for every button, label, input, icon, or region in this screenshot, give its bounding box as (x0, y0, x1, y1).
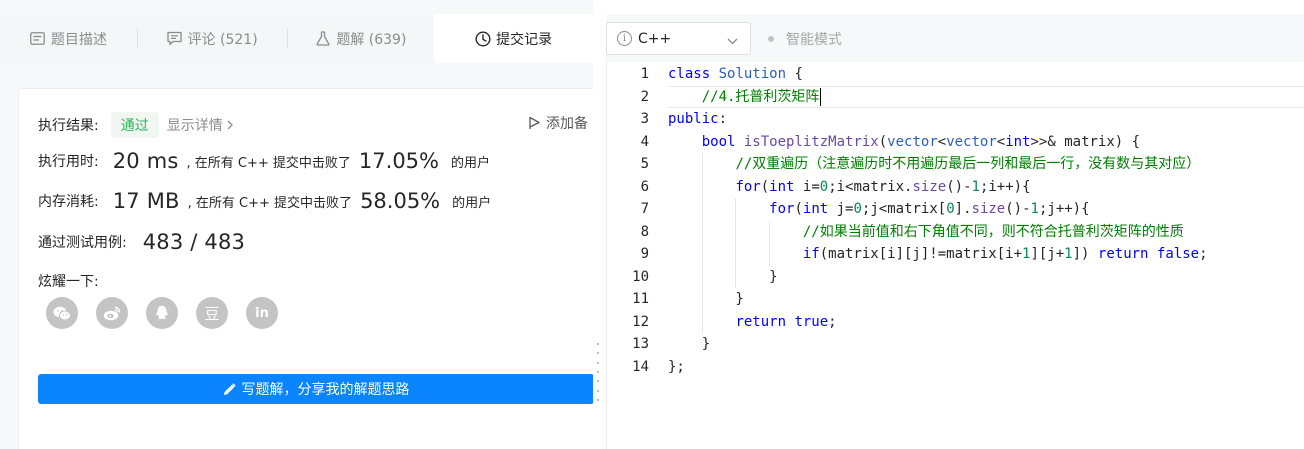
code-line[interactable]: return true; (668, 311, 1304, 333)
runtime-value: 20 ms (112, 149, 179, 173)
smart-mode-toggle[interactable]: 智能模式 (768, 29, 842, 49)
linkedin-glyph: in (255, 305, 269, 321)
submission-result-card: 执行结果: 通过 显示详情 添加备 执行用时: 20 ms , 在所有 C++ … (18, 88, 593, 449)
language-value: C++ (638, 30, 672, 47)
tab-solutions-label: 题解 (639) (336, 31, 407, 48)
memory-row: 内存消耗: 17 MB , 在所有 C++ 提交中击败了 58.05% 的用户 (38, 189, 491, 213)
flask-icon (315, 31, 331, 47)
indent-guide (735, 198, 737, 288)
line-number: 10 (632, 268, 649, 285)
code-line[interactable]: } (668, 333, 1304, 355)
code-line[interactable]: //如果当前值和右下角值不同，则不符合托普利茨矩阵的性质 (668, 221, 1304, 243)
editor-panel: i C++ 智能模式 1 2 3 4 5 6 7 8 9 10 11 12 13 14 class Sol… (606, 14, 1304, 449)
result-row: 执行结果: 通过 显示详情 (38, 112, 233, 138)
memory-beats-text: , 在所有 C++ 提交中击败了 (187, 195, 353, 211)
indent-guide (769, 220, 771, 266)
chevron-down-icon (727, 33, 738, 49)
tab-comments[interactable]: 评论 (521) (138, 14, 287, 63)
wechat-icon[interactable] (46, 297, 78, 329)
line-number: 1 (640, 66, 649, 82)
smart-mode-label: 智能模式 (786, 32, 842, 48)
indent-guide (701, 153, 703, 333)
weibo-icon[interactable] (96, 297, 128, 329)
runtime-beats-text: , 在所有 C++ 提交中击败了 (186, 155, 351, 171)
smart-mode-dot-icon (768, 36, 774, 42)
editor-toolbar: i C++ 智能模式 (606, 14, 1304, 62)
add-note-button[interactable]: 添加备 (529, 113, 588, 133)
tab-description[interactable]: 题目描述 (0, 14, 137, 63)
linkedin-icon[interactable]: in (246, 297, 278, 329)
write-solution-label: 写题解，分享我的解题思路 (241, 382, 410, 398)
qq-icon[interactable] (146, 297, 178, 329)
tab-solutions[interactable]: 题解 (639) (288, 14, 435, 63)
language-select[interactable]: i C++ (606, 22, 751, 55)
line-number: 5 (640, 156, 649, 172)
show-details-label: 显示详情 (166, 118, 223, 134)
tab-description-label: 题目描述 (50, 31, 107, 48)
chevron-right-icon (227, 120, 233, 130)
line-number: 13 (632, 336, 649, 352)
douban-glyph: 豆 (204, 304, 220, 323)
runtime-percent: 17.05% (358, 149, 439, 173)
pencil-icon (223, 382, 236, 396)
code-line[interactable]: } (668, 288, 1304, 310)
share-row: 炫耀一下: (38, 271, 99, 291)
line-number: 12 (632, 313, 649, 330)
description-icon (30, 31, 46, 47)
line-number: 14 (632, 358, 649, 375)
add-note-label: 添加备 (546, 116, 588, 132)
line-number: 6 (640, 178, 649, 195)
code-line[interactable]: }; (668, 356, 1304, 378)
memory-percent: 58.05% (360, 189, 441, 213)
share-buttons: 豆 in (46, 297, 278, 329)
comment-icon (167, 31, 183, 47)
tests-label: 通过测试用例: (38, 235, 127, 251)
code-line[interactable]: for(int i=0;i<matrix.size()-1;i++){ (668, 176, 1304, 198)
result-label: 执行结果: (38, 118, 99, 134)
code-line[interactable]: //双重遍历（注意遍历时不用遍历最后一列和最后一行，没有数与其对应） (668, 153, 1304, 175)
share-label: 炫耀一下: (38, 274, 99, 290)
tab-submissions-label: 提交记录 (496, 31, 553, 48)
runtime-suffix: 的用户 (451, 155, 491, 171)
code-line[interactable]: bool isToeplitzMatrix(vector<vector<int>… (668, 131, 1304, 153)
line-number: 2 (640, 88, 649, 105)
line-number: 11 (632, 291, 649, 307)
code-line[interactable]: for(int j=0;j<matrix[0].size()-1;j++){ (668, 198, 1304, 220)
show-details-link[interactable]: 显示详情 (167, 115, 233, 135)
status-badge: 通过 (110, 112, 159, 138)
code-line[interactable]: class Solution { (668, 63, 1304, 85)
tab-bar: 题目描述 评论 (521) 题解 (639) 提交记录 (0, 14, 593, 63)
memory-suffix: 的用户 (452, 195, 492, 211)
line-number: 7 (640, 201, 649, 217)
flag-icon (529, 116, 540, 130)
line-number: 3 (640, 111, 649, 127)
write-solution-button[interactable]: 写题解，分享我的解题思路 (38, 374, 593, 404)
text-caret (820, 87, 822, 106)
tests-row: 通过测试用例: 483 / 483 (38, 230, 253, 254)
tests-value: 483 / 483 (142, 230, 246, 254)
memory-value: 17 MB (112, 189, 180, 213)
code-line[interactable]: public: (668, 108, 1304, 130)
tab-submissions[interactable]: 提交记录 (434, 14, 593, 63)
runtime-label: 执行用时: (38, 154, 99, 170)
code-line[interactable]: } (668, 266, 1304, 288)
runtime-row: 执行用时: 20 ms , 在所有 C++ 提交中击败了 17.05% 的用户 (38, 149, 490, 173)
tab-comments-label: 评论 (521) (187, 31, 258, 48)
left-panel: 题目描述 评论 (521) 题解 (639) 提交记录 执行结果: 通过 显示详… (0, 0, 593, 449)
line-number: 4 (640, 133, 649, 150)
douban-icon[interactable]: 豆 (196, 297, 228, 329)
info-icon: i (617, 31, 632, 46)
line-number: 9 (640, 246, 649, 262)
line-number: 8 (640, 223, 649, 240)
code-editor[interactable]: 1 2 3 4 5 6 7 8 9 10 11 12 13 14 class Solution { //4… (606, 62, 1304, 449)
code-line[interactable]: if(matrix[i][j]!=matrix[i+1][j+1]) retur… (668, 243, 1304, 265)
clock-icon (475, 30, 491, 47)
code-line[interactable]: //4.托普利茨矩阵 (668, 86, 1304, 108)
panel-resize-handle[interactable] (597, 343, 600, 401)
memory-label: 内存消耗: (38, 194, 99, 210)
